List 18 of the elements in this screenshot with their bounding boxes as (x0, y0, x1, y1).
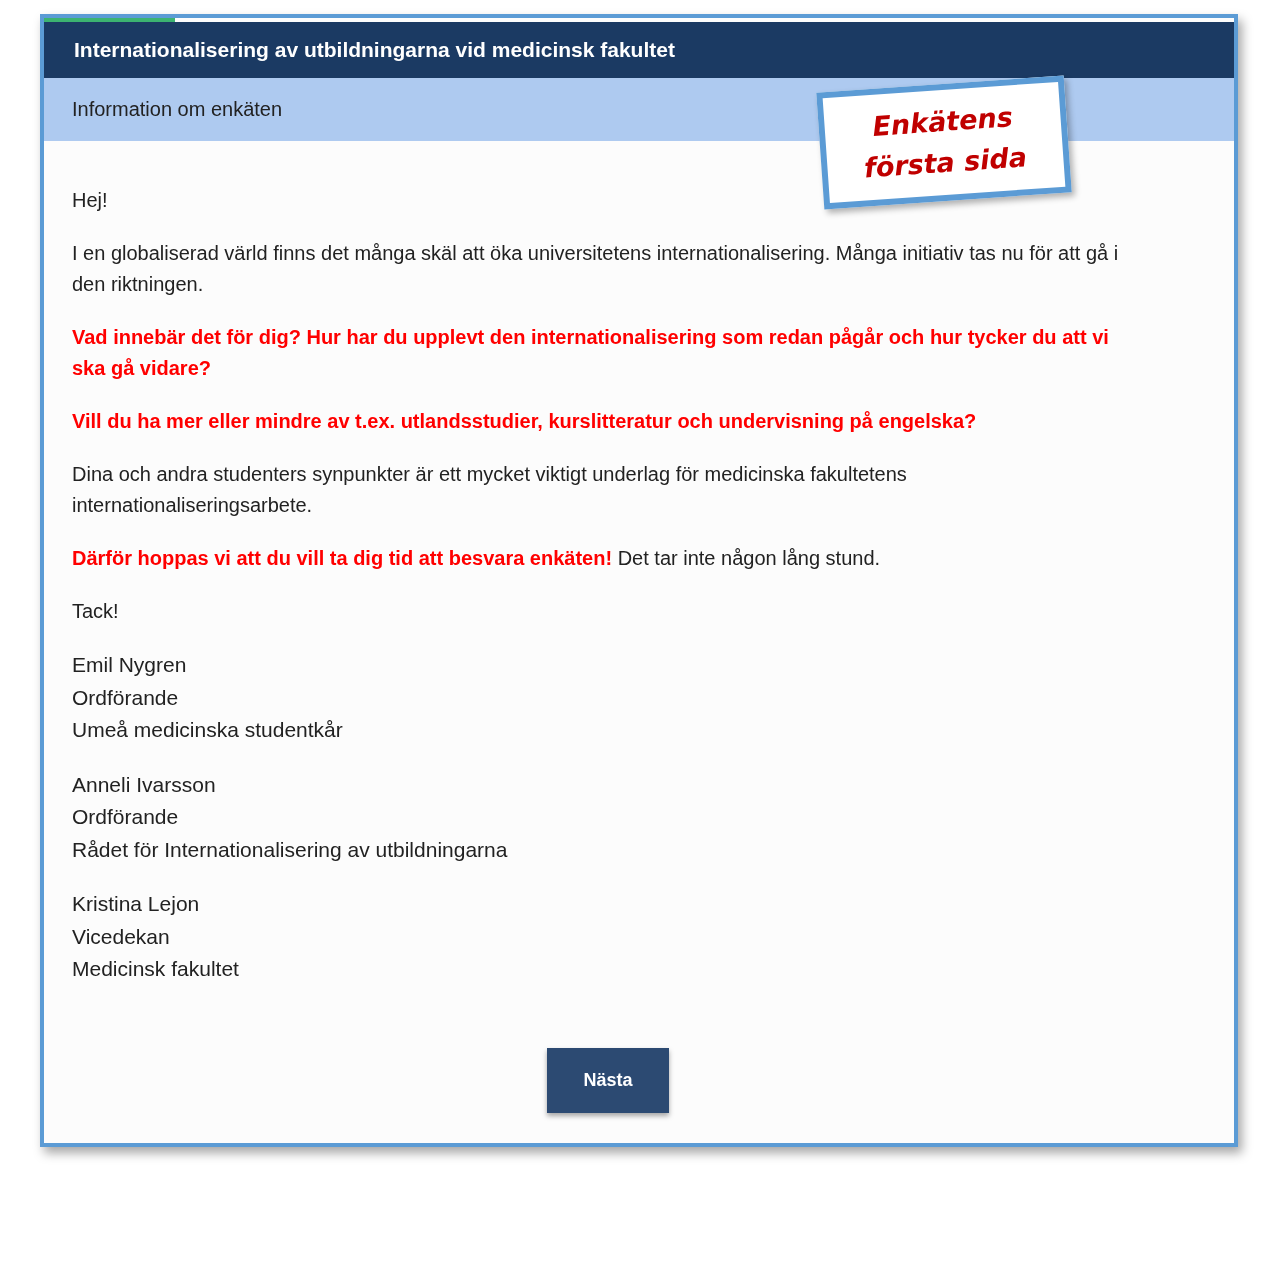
question-text: Vad innebär det för dig? Hur har du upplevt den internationalisering som redan pågår och hur tycker du att vi ska gå vidare? (72, 325, 1110, 381)
signature-line: Ordförande (72, 804, 180, 831)
signature-line: Anneli Ivarsson (72, 771, 217, 798)
signature-line: Emil Nygren (72, 652, 188, 678)
signature-line: Vicedekan (72, 923, 171, 950)
signature-line: Rådet för Internationalisering av utbildningarna (72, 836, 508, 863)
next-button[interactable]: Nästa (547, 1047, 669, 1113)
body-text: Hej! (72, 188, 108, 213)
signature-line: Ordförande (72, 684, 180, 711)
survey-title: Internationalisering av utbildningarna vid medicinsk fakultet (44, 22, 1234, 78)
signature-line: Medicinsk fakultet (72, 956, 239, 983)
question-text: Vill du ha mer eller mindre av t.ex. utlandsstudier, kurslitteratur och undervisning på engelska? (72, 409, 977, 434)
signature-line: Kristina Lejon (72, 891, 201, 918)
body-text: Därför hoppas vi att du vill ta dig tid att besvara enkäten! Det tar inte någon lång stund. (72, 546, 881, 571)
body-text: Dina och andra studenters synpunkter är ett mycket viktigt underlag för medicinska fakultetens internationaliseringsarbete. (72, 462, 908, 518)
body-text: Tack! (72, 599, 119, 624)
body-text: I en globaliserad värld finns det många skäl att öka universitetens internationalisering. Många initiativ tas nu för att gå i den riktningen. (72, 241, 1120, 297)
signature-line: Umeå medicinska studentkår (72, 717, 343, 744)
